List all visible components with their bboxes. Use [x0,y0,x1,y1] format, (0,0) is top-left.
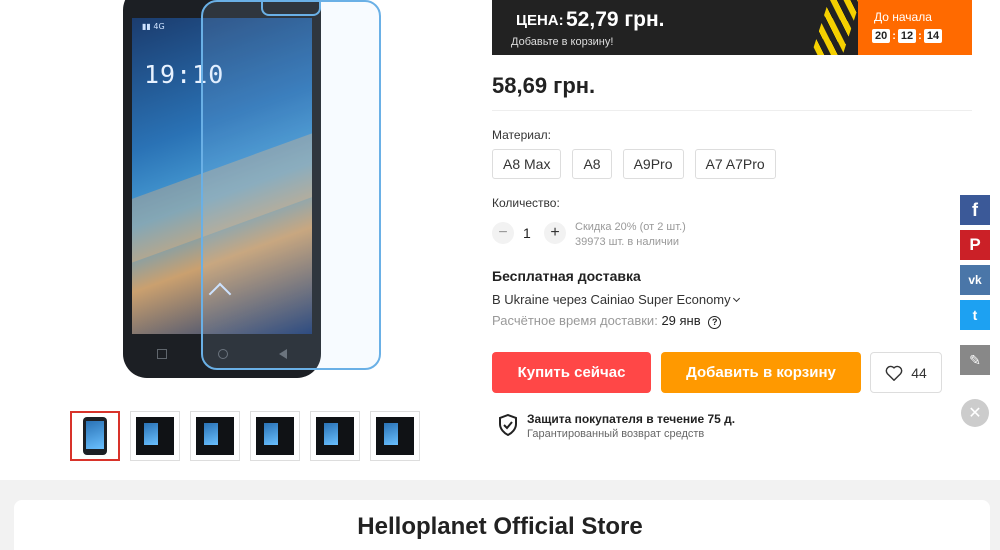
quantity-value[interactable]: 1 [523,225,531,241]
gallery-thumbnail[interactable] [250,411,300,461]
promo-price-label: ЦЕНА: [516,12,564,29]
product-main-image[interactable]: ▮▮ 4G 19:10 [60,0,440,400]
material-option-a8[interactable]: A8 [572,149,612,179]
shield-check-icon [499,414,517,436]
thumbnail-image [136,417,174,455]
gallery-thumbnail[interactable] [190,411,240,461]
store-name[interactable]: Helloplanet Official Store [0,513,1000,541]
phone-status-bar: ▮▮ 4G [142,22,165,31]
quantity-info: Скидка 20% (от 2 шт.) 39973 шт. в наличи… [575,220,686,250]
countdown-timer: 20 : 12 : 14 [872,29,943,43]
edit-icon[interactable]: ✎ [960,345,990,375]
shipping-title: Бесплатная доставка [492,268,641,284]
countdown-minutes: 12 [897,29,917,43]
delivery-time: Расчётное время доставки: 29 янв ? [492,313,722,329]
screen-protector-outline [201,0,381,370]
thumbnail-image [83,417,107,455]
gallery-thumbnail[interactable] [370,411,420,461]
gallery-thumbnail[interactable] [70,411,120,461]
pinterest-share-icon[interactable]: P [960,230,990,260]
promo-banner: ЦЕНА: 52,79 грн. Добавьте в корзину! ✦ Д… [492,0,972,55]
countdown-seconds: 14 [923,29,943,43]
material-options: A8 Max A8 A9Pro A7 A7Pro [492,149,776,179]
material-option-a7-a7pro[interactable]: A7 A7Pro [694,149,776,179]
chevron-down-icon [732,294,740,303]
gallery-thumbnail[interactable] [130,411,180,461]
divider [492,110,972,111]
heart-icon [885,365,903,381]
shipping-method-select[interactable]: В Ukraine через Cainiao Super Economy [492,292,740,307]
delivery-date: 29 янв [661,313,701,328]
close-icon[interactable]: ✕ [961,399,989,427]
wishlist-count: 44 [911,364,927,381]
thumbnail-image [376,417,414,455]
discount-text: Скидка 20% (от 2 шт.) [575,221,686,233]
twitter-share-icon[interactable]: t [960,300,990,330]
buyer-protection-subtitle: Гарантированный возврат средств [527,428,705,440]
countdown-hours: 20 [872,29,891,43]
countdown-separator: : [892,30,896,42]
material-option-a9pro[interactable]: A9Pro [622,149,684,179]
countdown-label: До начала [874,10,932,24]
help-icon[interactable]: ? [708,316,722,329]
promo-price: 52,79 грн. [566,8,665,31]
promo-stripe [808,0,862,55]
delivery-time-label: Расчётное время доставки: [492,313,658,328]
quantity-increase-button[interactable]: + [544,222,566,244]
quantity-label: Количество: [492,196,560,210]
shipping-method-text: В Ukraine через Cainiao Super Economy [492,292,731,307]
protector-notch [261,0,321,16]
gallery-thumbnail[interactable] [310,411,360,461]
buy-now-button[interactable]: Купить сейчас [492,352,651,393]
menu-key-icon [157,349,168,359]
material-label: Материал: [492,128,551,142]
thumbnail-image [256,417,294,455]
product-price: 58,69 грн. [492,73,596,98]
promo-countdown: До начала 20 : 12 : 14 [858,0,972,55]
material-option-a8-max[interactable]: A8 Max [492,149,562,179]
buyer-protection-title: Защита покупателя в течение 75 д. [527,412,736,426]
add-to-cart-button[interactable]: Добавить в корзину [661,352,861,393]
stock-text: 39973 шт. в наличии [575,236,680,248]
wishlist-button[interactable]: 44 [870,352,942,393]
vk-share-icon[interactable]: vk [960,265,990,295]
thumbnail-image [316,417,354,455]
gallery-thumbnails [70,411,420,461]
countdown-separator: : [918,30,922,42]
facebook-share-icon[interactable]: f [960,195,990,225]
thumbnail-image [196,417,234,455]
quantity-decrease-button[interactable]: − [492,222,514,244]
promo-subtitle: Добавьте в корзину! [511,36,614,48]
